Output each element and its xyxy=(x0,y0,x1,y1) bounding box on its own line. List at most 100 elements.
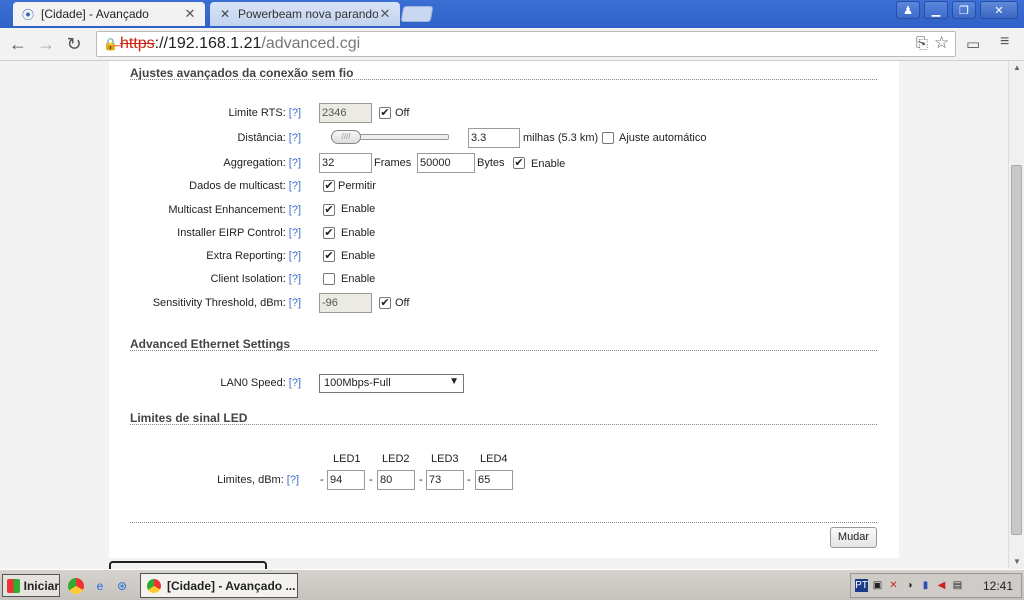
multicast-enh-help-link[interactable]: [?] xyxy=(289,204,301,216)
close-window-button[interactable]: ✕ xyxy=(980,1,1018,19)
multicast-help-link[interactable]: [?] xyxy=(289,180,301,192)
rts-input[interactable] xyxy=(319,103,372,123)
multicast-option: Permitir xyxy=(338,180,376,192)
sensitivity-help-link[interactable]: [?] xyxy=(289,297,301,309)
scroll-thumb[interactable] xyxy=(1011,165,1022,535)
eirp-help-link[interactable]: [?] xyxy=(289,227,301,239)
rts-help-link[interactable]: [?] xyxy=(289,107,301,119)
close-tab-icon[interactable]: ✕ xyxy=(378,6,392,22)
volume-icon[interactable]: ◀ xyxy=(935,579,948,592)
restore-button[interactable]: ❐ xyxy=(952,1,976,19)
lan0-speed-select[interactable]: 100Mbps-Full ▼ xyxy=(319,374,464,393)
taskbar: Iniciar e ⊛ [Cidade] - Avançado ... PT ▣… xyxy=(0,569,1024,600)
bookmark-star-icon[interactable]: ☆ xyxy=(934,33,949,53)
led1-header: LED1 xyxy=(333,453,361,465)
translate-icon[interactable]: ⎘ xyxy=(916,35,928,52)
url-protocol: https xyxy=(119,35,155,52)
distance-slider-handle[interactable]: //// xyxy=(331,130,361,144)
led2-header: LED2 xyxy=(382,453,410,465)
power-icon[interactable]: ◑ xyxy=(903,579,916,592)
bytes-input[interactable] xyxy=(417,153,475,173)
chrome-icon xyxy=(147,578,161,593)
aggregation-enable-checkbox[interactable]: ✔ xyxy=(513,157,525,169)
lan0-speed-value: 100Mbps-Full xyxy=(324,377,391,389)
minimize-button[interactable]: ▁ xyxy=(924,1,948,19)
tab-advanced[interactable]: ⦿ [Cidade] - Avançado ✕ xyxy=(13,2,205,26)
aggregation-label-text: Aggregation: xyxy=(223,157,286,169)
browser-titlebar: ⦿ [Cidade] - Avançado ✕ ✕ Powerbeam nova… xyxy=(0,0,1024,28)
cast-icon[interactable]: ▭ xyxy=(966,35,980,53)
tab-title: [Cidade] - Avançado xyxy=(41,7,149,21)
sensitivity-off-label: Off xyxy=(395,297,410,309)
rts-off-label: Off xyxy=(395,107,410,119)
led1-input[interactable] xyxy=(327,470,365,490)
lan0-help-link[interactable]: [?] xyxy=(289,377,301,389)
insecure-lock-icon[interactable]: 🔒̶ xyxy=(103,37,118,51)
task-title: [Cidade] - Avançado ... xyxy=(167,578,296,593)
led4-input[interactable] xyxy=(475,470,513,490)
frames-input[interactable] xyxy=(319,153,372,173)
client-isolation-checkbox[interactable] xyxy=(323,273,335,285)
led-help-link[interactable]: [?] xyxy=(287,474,299,486)
eirp-label: Installer EIRP Control: [?] xyxy=(109,227,301,239)
ie-quicklaunch-icon[interactable]: e xyxy=(92,578,108,594)
clock: 12:41 xyxy=(982,578,1013,593)
forum-icon: ✕ xyxy=(219,7,231,21)
reload-button[interactable]: ↻ xyxy=(62,33,86,55)
chrome-quicklaunch-icon[interactable] xyxy=(68,578,84,594)
scroll-down-icon[interactable]: ▼ xyxy=(1009,555,1024,569)
client-isolation-label: Client Isolation: [?] xyxy=(109,273,301,285)
sensitivity-input[interactable] xyxy=(319,293,372,313)
new-tab-button[interactable] xyxy=(400,6,434,22)
lan0-label-text: LAN0 Speed: xyxy=(220,377,286,389)
safely-remove-icon[interactable]: ▤ xyxy=(951,579,964,592)
eirp-checkbox[interactable]: ✔ xyxy=(323,227,335,239)
distance-help-link[interactable]: [?] xyxy=(289,132,301,144)
auto-adjust-checkbox[interactable] xyxy=(602,132,614,144)
ubnt-logo xyxy=(109,561,267,569)
client-isolation-help-link[interactable]: [?] xyxy=(289,273,301,285)
multicast-enh-label-text: Multicast Enhancement: xyxy=(168,204,286,216)
battery-icon[interactable]: ▮ xyxy=(919,579,932,592)
network-icon[interactable]: ▣ xyxy=(871,579,884,592)
multicast-enh-checkbox[interactable]: ✔ xyxy=(323,204,335,216)
multicast-checkbox[interactable]: ✔ xyxy=(323,180,335,192)
address-bar[interactable]: 🔒̶ https ://192.168.1.21 /advanced.cgi xyxy=(96,31,956,57)
mudar-button[interactable]: Mudar xyxy=(830,527,877,548)
browser-toolbar: ← → ↻ 🔒̶ https ://192.168.1.21 /advanced… xyxy=(0,28,1024,61)
url-path: /advanced.cgi xyxy=(261,35,361,52)
page-viewport: Ajustes avançados da conexão sem fio Lim… xyxy=(0,61,1008,569)
rts-off-checkbox[interactable]: ✔ xyxy=(379,107,391,119)
distance-units: milhas (5.3 km) xyxy=(523,132,599,144)
sensitivity-off-checkbox[interactable]: ✔ xyxy=(379,297,391,309)
extra-reporting-checkbox[interactable]: ✔ xyxy=(323,250,335,262)
led3-input[interactable] xyxy=(426,470,464,490)
taskbar-chrome-window[interactable]: [Cidade] - Avançado ... xyxy=(140,573,298,598)
tab-forum[interactable]: ✕ Powerbeam nova parando - F ✕ xyxy=(210,2,400,26)
distance-input[interactable] xyxy=(468,128,520,148)
user-icon[interactable]: ♟ xyxy=(896,1,920,19)
language-icon[interactable]: PT xyxy=(855,579,868,592)
wireless-section-title: Ajustes avançados da conexão sem fio xyxy=(130,66,354,80)
close-tab-icon[interactable]: ✕ xyxy=(183,6,197,22)
menu-icon[interactable]: ≡ xyxy=(1000,33,1009,51)
multicast-label: Dados de multicast: [?] xyxy=(109,180,301,192)
frames-label: Frames xyxy=(374,157,412,169)
network-error-icon[interactable]: ✕ xyxy=(887,579,900,592)
forward-button[interactable]: → xyxy=(34,33,58,55)
multicast-enh-label: Multicast Enhancement: [?] xyxy=(109,204,301,216)
back-button[interactable]: ← xyxy=(6,33,30,55)
aggregation-help-link[interactable]: [?] xyxy=(289,157,301,169)
multicast-label-text: Dados de multicast: xyxy=(189,180,286,192)
ie-quicklaunch-icon-2[interactable]: ⊛ xyxy=(114,578,130,594)
start-label: Iniciar xyxy=(23,578,59,593)
scroll-up-icon[interactable]: ▲ xyxy=(1009,61,1024,75)
start-button[interactable]: Iniciar xyxy=(2,574,60,597)
led3-header: LED3 xyxy=(431,453,459,465)
dropdown-arrow-icon: ▼ xyxy=(449,376,459,387)
led2-input[interactable] xyxy=(377,470,415,490)
windows-flag-icon xyxy=(7,578,20,593)
extra-reporting-help-link[interactable]: [?] xyxy=(289,250,301,262)
page-scrollbar[interactable]: ▲ ▼ xyxy=(1008,61,1024,569)
divider xyxy=(130,522,877,523)
